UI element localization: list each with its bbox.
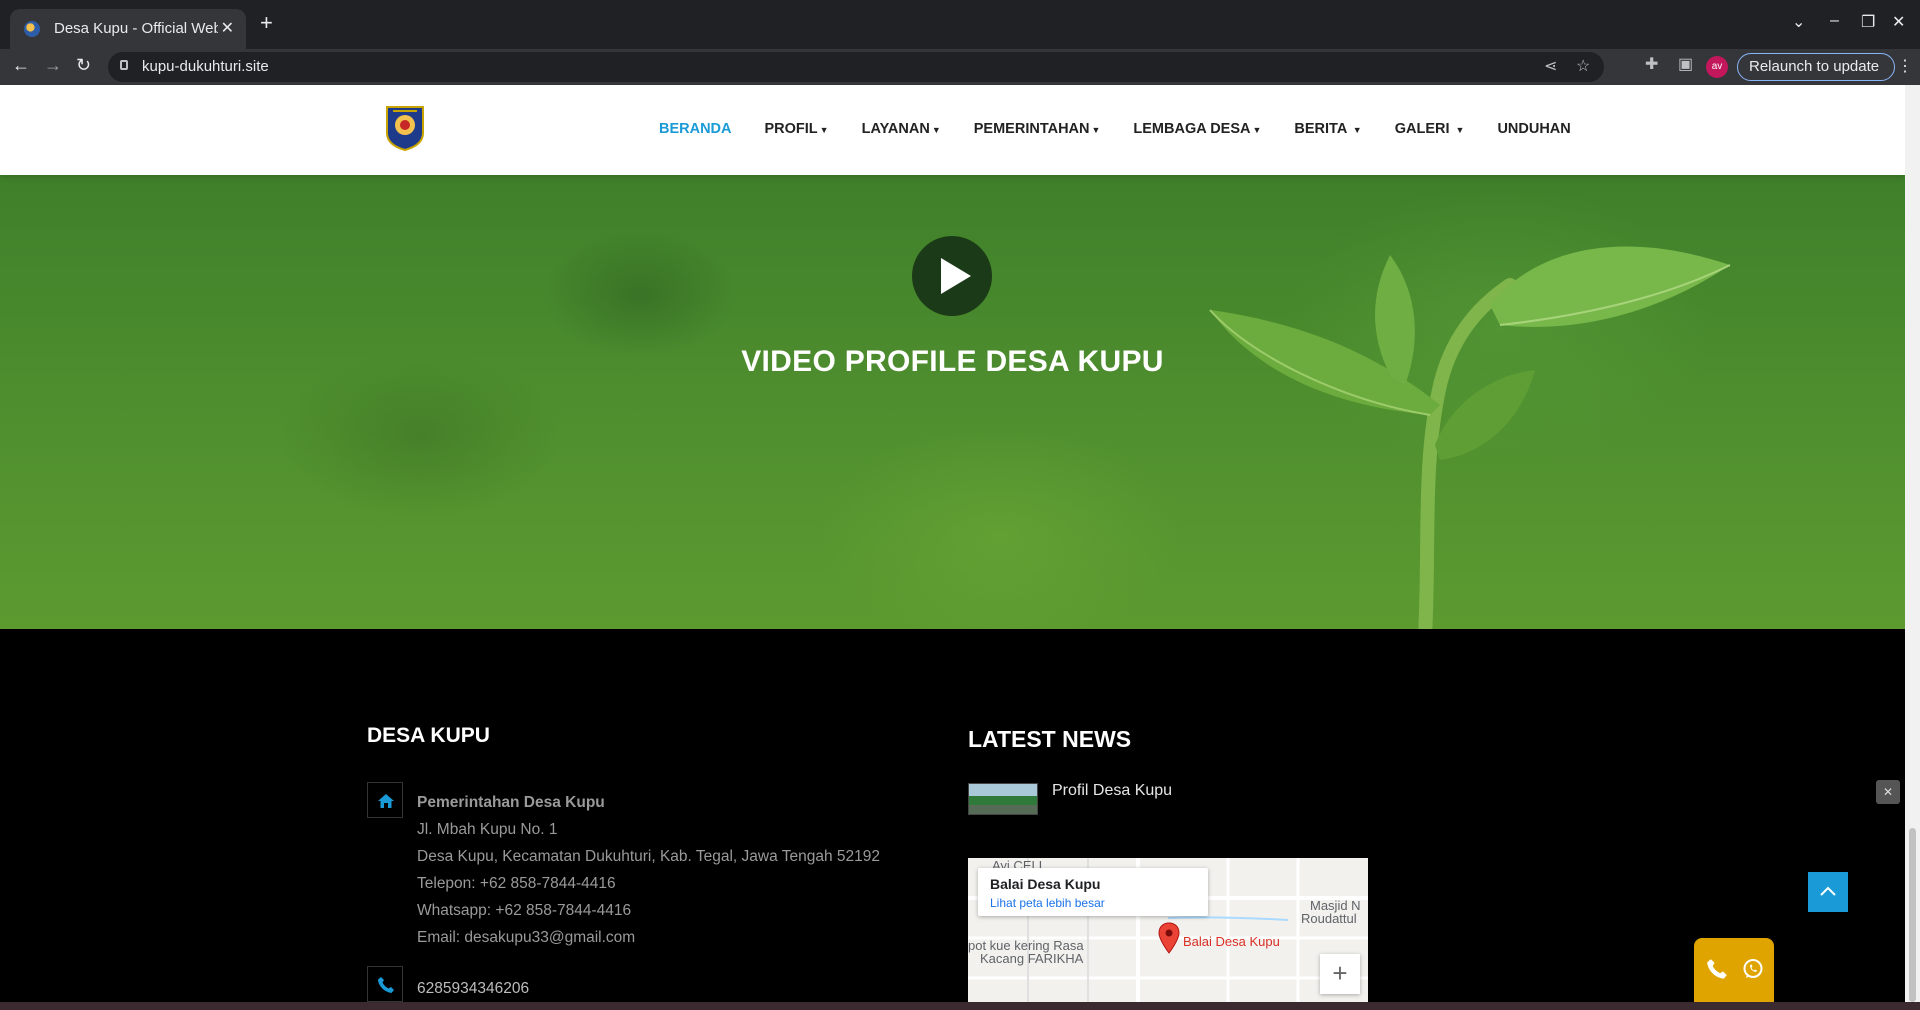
back-to-top-button[interactable] [1808,872,1848,912]
plant-sprout-image [1209,246,1731,629]
menu-item-lembaga-desa[interactable]: LEMBAGA DESA ▼ [1133,121,1261,137]
embedded-map[interactable]: Ayi CELL Masjid N Roudattul pot kue keri… [968,858,1368,1002]
home-icon-box [367,782,403,818]
browser-tab-bar: Desa Kupu - Official Web ✕ + ⌄ – ❐ ✕ [0,0,1920,49]
chevron-up-icon [1820,886,1836,896]
phone-icon-box [367,966,403,1002]
office-street: Jl. Mbah Kupu No. 1 [417,821,558,838]
minimize-icon[interactable]: – [1830,12,1839,30]
site-footer: DESA KUPU Pemerintahan Desa Kupu Jl. Mba… [0,629,1905,1002]
menu-item-profil[interactable]: PROFIL ▼ [765,121,829,137]
map-zoom-in-button[interactable]: + [1320,954,1360,994]
hero-title: VIDEO PROFILE DESA KUPU [741,345,1164,378]
window-bottom-edge [0,1002,1920,1010]
profile-avatar[interactable]: av [1706,56,1728,78]
relaunch-button[interactable]: Relaunch to update [1737,53,1895,81]
phone-icon [378,977,394,993]
page-viewport: BERANDA PROFIL ▼ LAYANAN ▼ PEMERINTAHAN ▼ L… [0,85,1905,1002]
scrollbar-thumb[interactable] [1909,828,1916,1002]
news-thumbnail[interactable] [968,783,1038,815]
home-icon [378,794,394,808]
map-label: Kacang FARIKHA [980,951,1084,966]
office-email[interactable]: Email: desakupu33@gmail.com [417,929,635,947]
map-place-card: Balai Desa Kupu Lihat peta lebih besar [978,868,1208,916]
bookmark-star-icon[interactable]: ☆ [1576,59,1590,75]
menu-item-beranda[interactable]: BERANDA [659,121,732,137]
contact-phone-number[interactable]: 6285934346206 [417,980,529,998]
menu-item-berita[interactable]: BERITA ▼ [1294,121,1361,137]
video-profile-hero: VIDEO PROFILE DESA KUPU [0,175,1905,629]
browser-tab[interactable]: Desa Kupu - Official Web ✕ [10,9,246,49]
tab-search-chevron-icon[interactable]: ⌄ [1792,12,1805,32]
menu-item-galeri[interactable]: GALERI ▼ [1395,121,1465,137]
site-favicon-icon [24,21,40,37]
floating-contact-buttons [1694,938,1774,1002]
map-pin-icon[interactable] [1158,922,1180,954]
map-label: Roudattul [1301,911,1357,926]
caret-down-icon: ▼ [819,125,829,135]
caret-down-icon: ▼ [1352,125,1362,135]
main-menu: BERANDA PROFIL ▼ LAYANAN ▼ PEMERINTAHAN ▼ L… [659,121,1604,137]
url-text: kupu-dukuhturi.site [142,58,269,75]
office-name: Pemerintahan Desa Kupu [417,794,605,811]
map-pin-label: Balai Desa Kupu [1183,934,1280,949]
call-icon[interactable] [1706,958,1728,980]
menu-item-unduhan[interactable]: UNDUHAN [1497,121,1570,137]
map-place-name: Balai Desa Kupu [990,876,1101,892]
latest-news-heading: LATEST NEWS [968,726,1132,752]
menu-item-pemerintahan[interactable]: PEMERINTAHAN ▼ [974,121,1101,137]
address-bar[interactable]: kupu-dukuhturi.site ☆ ⋖ [108,52,1604,82]
browser-toolbar: ← → ↻ kupu-dukuhturi.site ☆ ⋖ ✚ ▣ av Rel… [0,49,1920,85]
village-logo-icon[interactable] [385,103,425,151]
share-icon[interactable]: ⋖ [1544,59,1557,75]
whatsapp-icon[interactable] [1742,958,1764,980]
close-window-icon[interactable]: ✕ [1892,12,1905,32]
reload-icon[interactable]: ↻ [76,56,91,74]
caret-down-icon: ▼ [931,125,941,135]
news-title-link[interactable]: Profil Desa Kupu [1052,782,1172,800]
site-header: BERANDA PROFIL ▼ LAYANAN ▼ PEMERINTAHAN ▼ L… [0,85,1905,175]
footer-about-heading: DESA KUPU [367,724,490,747]
lock-icon [120,60,128,70]
back-icon[interactable]: ← [12,56,30,74]
floating-close-ad-icon[interactable]: ✕ [1876,780,1900,804]
browser-menu-icon[interactable]: ⋮ [1897,56,1913,76]
office-district: Desa Kupu, Kecamatan Dukuhturi, Kab. Teg… [417,848,881,865]
page-scrollbar[interactable] [1905,85,1920,1002]
caret-down-icon: ▼ [1455,125,1465,135]
menu-item-layanan[interactable]: LAYANAN ▼ [862,121,941,137]
new-tab-icon[interactable]: + [260,12,273,34]
office-phone: Telepon: +62 858-7844-4416 [417,875,616,892]
play-icon [941,258,971,294]
forward-icon[interactable]: → [44,56,62,74]
office-whatsapp: Whatsapp: +62 858-7844-4416 [417,902,632,919]
extensions-icon[interactable]: ✚ [1645,57,1658,73]
restore-window-icon[interactable]: ❐ [1861,12,1875,32]
play-video-button[interactable] [912,236,992,316]
side-panel-icon[interactable]: ▣ [1678,57,1693,73]
tab-title: Desa Kupu - Official Web [54,20,218,37]
caret-down-icon: ▼ [1091,125,1101,135]
close-tab-icon[interactable]: ✕ [221,18,234,38]
map-enlarge-link[interactable]: Lihat peta lebih besar [990,896,1105,910]
caret-down-icon: ▼ [1252,125,1262,135]
